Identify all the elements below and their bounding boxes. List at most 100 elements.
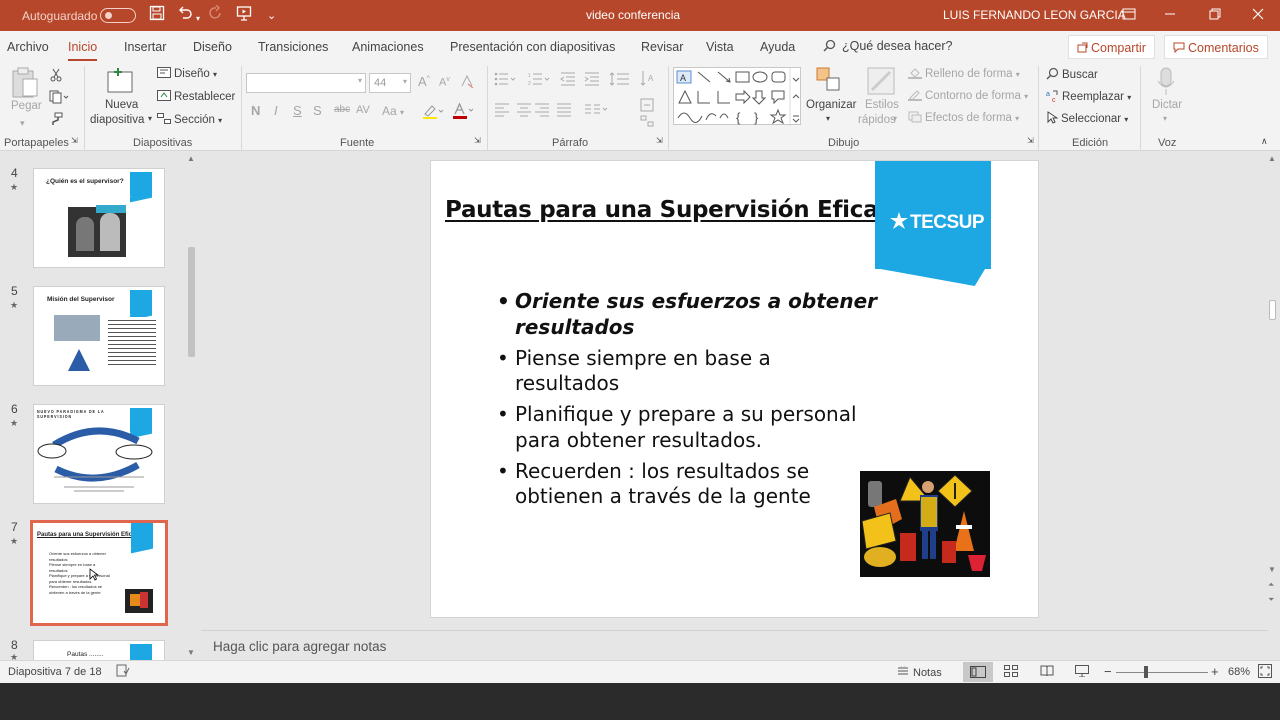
- tab-transiciones[interactable]: Transiciones: [258, 40, 328, 54]
- new-slide-label-2[interactable]: diapositiva: [90, 114, 144, 126]
- layout-button[interactable]: Diseño ▾: [157, 67, 217, 80]
- paste-label[interactable]: Pegar: [11, 100, 42, 112]
- thumbnails-scrollbar-thumb[interactable]: [188, 247, 195, 357]
- normal-view-button[interactable]: [963, 662, 993, 682]
- previous-slide-icon[interactable]: ⏶: [1268, 580, 1274, 590]
- reset-button[interactable]: Restablecer: [157, 90, 235, 103]
- slide-thumbnail-7[interactable]: Pautas para una Supervisión Eficaz Orien…: [30, 520, 168, 626]
- bullet-item[interactable]: Piense siempre en base aresultados: [497, 346, 897, 397]
- align-left-icon[interactable]: [494, 103, 510, 120]
- slide-scrollbar-thumb[interactable]: [1269, 300, 1276, 320]
- zoom-out-icon[interactable]: −: [1104, 664, 1112, 679]
- copy-icon[interactable]: [49, 90, 69, 107]
- thumbnails-scrollbar[interactable]: ▲ ▼: [185, 152, 197, 660]
- ribbon-display-options-icon[interactable]: [1117, 4, 1141, 26]
- slide-sorter-icon[interactable]: [1004, 665, 1018, 680]
- numbering-icon[interactable]: 12: [528, 72, 558, 89]
- select-button[interactable]: Seleccionar ▾: [1046, 111, 1128, 125]
- slide-title[interactable]: Pautas para una Supervisión Eficaz: [445, 197, 892, 223]
- tell-me-search[interactable]: ¿Qué desea hacer?: [823, 39, 953, 53]
- font-family-select[interactable]: ▾: [246, 73, 366, 93]
- close-icon[interactable]: [1246, 4, 1270, 26]
- strikethrough-icon[interactable]: abc: [334, 104, 350, 115]
- align-right-icon[interactable]: [534, 103, 550, 120]
- tab-archivo[interactable]: Archivo: [7, 40, 49, 54]
- minimize-icon[interactable]: [1158, 4, 1182, 26]
- increase-font-icon[interactable]: A^: [418, 74, 430, 89]
- columns-icon[interactable]: [584, 103, 610, 120]
- fit-to-window-icon[interactable]: [1258, 664, 1272, 681]
- notes-pane[interactable]: Haga clic para agregar notas: [201, 630, 1268, 660]
- tab-vista[interactable]: Vista: [706, 40, 734, 54]
- decrease-indent-icon[interactable]: [560, 72, 576, 89]
- arrange-label[interactable]: Organizar: [806, 99, 857, 111]
- quick-styles-label-1[interactable]: Estilos: [865, 99, 899, 111]
- scroll-down-icon[interactable]: ▼: [1268, 565, 1276, 574]
- text-direction-icon[interactable]: A: [640, 69, 656, 90]
- scroll-up-icon[interactable]: ▲: [187, 154, 195, 163]
- next-slide-icon[interactable]: ⏷: [1268, 595, 1274, 605]
- bullet-item[interactable]: Planifique y prepare a su personalpara o…: [497, 402, 897, 453]
- shape-outline-button[interactable]: Contorno de forma ▾: [908, 89, 1028, 102]
- bullet-item[interactable]: Recuerden : los resultados seobtienen a …: [497, 459, 897, 510]
- zoom-slider-track[interactable]: [1116, 672, 1208, 673]
- slide-thumbnail-8[interactable]: Pautas ........: [33, 640, 165, 660]
- align-text-icon[interactable]: [640, 98, 654, 115]
- justify-icon[interactable]: [556, 103, 572, 120]
- reading-view-icon[interactable]: [1040, 665, 1054, 680]
- bullet-item[interactable]: Oriente sus esfuerzos a obtenerresultado…: [497, 289, 897, 340]
- shape-effects-button[interactable]: Efectos de forma ▾: [908, 111, 1019, 124]
- tab-ayuda[interactable]: Ayuda: [760, 40, 795, 54]
- safety-equipment-image[interactable]: [860, 471, 990, 577]
- arrange-icon[interactable]: [815, 66, 843, 99]
- tab-animaciones[interactable]: Animaciones: [352, 40, 424, 54]
- bullets-icon[interactable]: [494, 72, 524, 89]
- new-slide-label-1[interactable]: Nueva: [105, 99, 138, 111]
- align-center-icon[interactable]: [516, 103, 532, 120]
- shapes-gallery[interactable]: A {}: [673, 67, 801, 126]
- quick-styles-icon[interactable]: [866, 66, 896, 99]
- smartart-icon[interactable]: [640, 115, 654, 130]
- tab-revisar[interactable]: Revisar: [641, 40, 683, 54]
- replace-button[interactable]: a c Reemplazar ▾: [1046, 89, 1131, 104]
- user-name[interactable]: LUIS FERNANDO LEON GARCIA: [943, 8, 1126, 22]
- spelling-check-icon[interactable]: [116, 664, 130, 680]
- microphone-icon[interactable]: [1156, 67, 1176, 100]
- paste-icon[interactable]: [10, 67, 40, 102]
- shadow-icon[interactable]: S: [313, 103, 322, 118]
- bold-icon[interactable]: N: [251, 103, 260, 118]
- slide-thumbnail-6[interactable]: NUEVO PARADIGMA DE LA SUPERVISION: [33, 404, 165, 504]
- dictate-label[interactable]: Dictar: [1152, 99, 1182, 111]
- format-painter-icon[interactable]: [49, 112, 63, 129]
- slide-canvas[interactable]: Pautas para una Supervisión Eficaz TECSU…: [430, 160, 1039, 618]
- slideshow-view-icon[interactable]: [1075, 665, 1089, 680]
- notes-button[interactable]: Notas: [897, 664, 942, 679]
- change-case-icon[interactable]: Aa ▾: [382, 104, 404, 118]
- increase-indent-icon[interactable]: [584, 72, 600, 89]
- collapse-ribbon-icon[interactable]: ∧: [1261, 136, 1268, 147]
- section-button[interactable]: Sección ▾: [157, 113, 222, 126]
- zoom-in-icon[interactable]: +: [1211, 664, 1219, 679]
- line-spacing-icon[interactable]: [609, 72, 633, 89]
- highlight-icon[interactable]: [422, 103, 444, 122]
- slide-thumbnail-4[interactable]: ¿Quién es el supervisor?: [33, 168, 165, 268]
- share-button[interactable]: Compartir: [1068, 35, 1155, 59]
- restore-icon[interactable]: [1203, 4, 1227, 26]
- cut-icon[interactable]: [49, 68, 63, 85]
- scroll-down-icon[interactable]: ▼: [187, 648, 195, 657]
- quick-styles-label-2[interactable]: rápidos: [858, 114, 896, 126]
- underline-icon[interactable]: S: [293, 103, 302, 118]
- new-slide-icon[interactable]: [106, 66, 136, 97]
- bullet-list[interactable]: Oriente sus esfuerzos a obtenerresultado…: [497, 289, 897, 515]
- zoom-slider-thumb[interactable]: [1144, 666, 1148, 678]
- tab-presentacion[interactable]: Presentación con diapositivas: [450, 40, 615, 54]
- notes-placeholder[interactable]: Haga clic para agregar notas: [213, 639, 386, 654]
- tab-insertar[interactable]: Insertar: [124, 40, 166, 54]
- comments-button[interactable]: Comentarios: [1164, 35, 1268, 59]
- italic-icon[interactable]: I: [274, 103, 278, 118]
- font-color-icon[interactable]: [452, 102, 474, 123]
- clear-formatting-icon[interactable]: [460, 74, 474, 91]
- shape-fill-button[interactable]: Relleno de forma ▾: [908, 67, 1020, 80]
- tab-diseno[interactable]: Diseño: [193, 40, 232, 54]
- font-size-select[interactable]: 44 ▾: [369, 73, 411, 93]
